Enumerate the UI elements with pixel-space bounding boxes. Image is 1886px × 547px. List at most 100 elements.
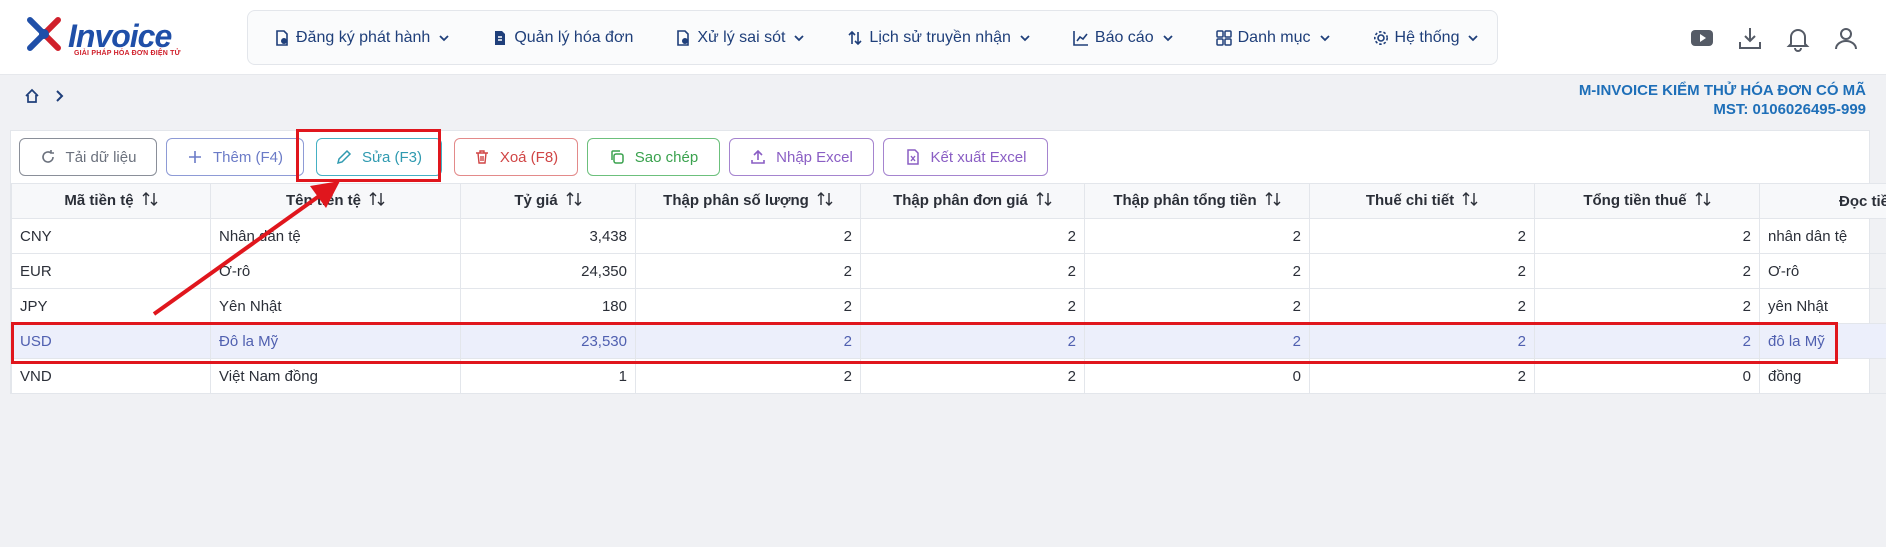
cell-tax-total: 0	[1534, 358, 1760, 394]
upload-icon	[751, 149, 765, 164]
cell-tax-total: 2	[1534, 218, 1760, 254]
trash-icon	[475, 150, 488, 164]
download-icon[interactable]	[1736, 24, 1764, 52]
add-button[interactable]: Thêm (F4)	[166, 138, 304, 176]
cell-tax-detail: 2	[1309, 358, 1535, 394]
table-row[interactable]: CNY Nhân dân tệ 3,438 2 2 2 2 2 nhân dân tệ	[11, 218, 1886, 254]
transfer-arrows-icon	[848, 30, 862, 45]
nav-label: Hệ thống	[1394, 28, 1460, 46]
cell-rate: 23,530	[460, 323, 636, 359]
export-label: Kết xuất Excel	[930, 148, 1027, 166]
column-header[interactable]: Đọc tiề	[1759, 183, 1886, 219]
cell-name: Nhân dân tệ	[210, 218, 461, 254]
nav-label: Danh mục	[1237, 28, 1311, 46]
cell-code: EUR	[11, 253, 211, 289]
cell-tax-detail: 2	[1309, 218, 1535, 254]
cell-total-dec: 2	[1084, 323, 1310, 359]
nav-label: Quản lý hóa đơn	[514, 28, 634, 46]
cell-rate: 3,438	[460, 218, 636, 254]
cell-read: đô la Mỹ	[1759, 323, 1886, 359]
cell-qty-dec: 2	[635, 288, 861, 324]
column-header[interactable]: Tổng tiền thuế	[1534, 183, 1760, 219]
home-icon[interactable]	[24, 88, 40, 109]
column-header[interactable]: Mã tiền tệ	[11, 183, 211, 219]
copy-button[interactable]: Sao chép	[587, 138, 720, 176]
cell-read: đồng	[1759, 358, 1886, 394]
import-label: Nhập Excel	[776, 148, 853, 166]
edit-button[interactable]: Sửa (F3)	[316, 138, 442, 176]
column-header[interactable]: Thập phân số lượng	[635, 183, 861, 219]
cell-qty-dec: 2	[635, 358, 861, 394]
sort-icon[interactable]	[142, 192, 158, 210]
cell-name: Ơ-rô	[210, 253, 461, 289]
nav-label: Lịch sử truyền nhận	[869, 28, 1011, 46]
excel-file-icon	[906, 149, 919, 165]
cell-code: USD	[11, 323, 211, 359]
youtube-icon[interactable]	[1688, 24, 1716, 52]
currency-table: Mã tiền tệ Tên tiền tệ Tỷ giá Thập phân …	[11, 183, 1886, 394]
cell-tax-detail: 2	[1309, 253, 1535, 289]
column-header[interactable]: Tên tiền tệ	[210, 183, 461, 219]
import-excel-button[interactable]: Nhập Excel	[729, 138, 874, 176]
sort-icon[interactable]	[1695, 192, 1711, 210]
cell-price-dec: 2	[860, 323, 1085, 359]
nav-lich-su-truyen-nhan[interactable]: Lịch sử truyền nhận	[847, 29, 1030, 47]
top-actions	[1668, 24, 1860, 52]
top-bar: Invoice GIẢI PHÁP HÓA ĐƠN ĐIỆN TỬ Đăng k…	[0, 0, 1886, 75]
cell-qty-dec: 2	[635, 218, 861, 254]
gear-icon	[1373, 30, 1388, 45]
cell-read: Ơ-rô	[1759, 253, 1886, 289]
cell-total-dec: 2	[1084, 218, 1310, 254]
chart-line-icon	[1073, 30, 1088, 46]
table-row[interactable]: JPY Yên Nhật 180 2 2 2 2 2 yên Nhật	[11, 288, 1886, 324]
chevron-down-icon	[1319, 34, 1330, 41]
sort-icon[interactable]	[817, 192, 833, 210]
cell-qty-dec: 2	[635, 323, 861, 359]
reload-button[interactable]: Tải dữ liệu	[19, 138, 157, 176]
nav-label: Đăng ký phát hành	[296, 28, 431, 46]
column-header[interactable]: Thập phân tổng tiền	[1084, 183, 1310, 219]
grid-icon	[1215, 29, 1232, 46]
cell-price-dec: 2	[860, 288, 1085, 324]
sort-icon[interactable]	[1036, 192, 1052, 210]
main-nav: Đăng ký phát hành Quản lý hóa đơn Xử lý …	[247, 10, 1498, 65]
table-row[interactable]: USD Đô la Mỹ 23,530 2 2 2 2 2 đô la Mỹ	[11, 323, 1886, 359]
nav-quan-ly-hoa-don[interactable]: Quản lý hóa đơn	[492, 29, 633, 47]
sort-icon[interactable]	[566, 192, 582, 210]
column-header[interactable]: Thập phân đơn giá	[860, 183, 1085, 219]
copy-icon	[611, 150, 624, 164]
cell-code: CNY	[11, 218, 211, 254]
export-excel-button[interactable]: Kết xuất Excel	[883, 138, 1048, 176]
sort-icon[interactable]	[1265, 192, 1281, 210]
table-row[interactable]: EUR Ơ-rô 24,350 2 2 2 2 2 Ơ-rô	[11, 253, 1886, 289]
table-row[interactable]: VND Việt Nam đồng 1 2 2 0 2 0 đồng	[11, 358, 1886, 394]
company-info: M-INVOICE KIỂM THỬ HÓA ĐƠN CÓ MÃ MST: 01…	[1579, 81, 1866, 119]
cell-read: nhân dân tệ	[1759, 218, 1886, 254]
user-icon[interactable]	[1832, 24, 1860, 52]
delete-label: Xoá (F8)	[499, 148, 559, 166]
column-header[interactable]: Thuế chi tiết	[1309, 183, 1535, 219]
company-name: M-INVOICE KIỂM THỬ HÓA ĐƠN CÓ MÃ	[1578, 82, 1866, 99]
cell-code: VND	[11, 358, 211, 394]
cell-rate: 1	[460, 358, 636, 394]
nav-xu-ly-sai-sot[interactable]: Xử lý sai sót	[675, 29, 805, 47]
plus-icon	[188, 151, 201, 163]
cell-tax-total: 2	[1534, 288, 1760, 324]
cell-price-dec: 2	[860, 358, 1085, 394]
nav-danh-muc[interactable]: Danh mục	[1215, 28, 1331, 47]
delete-button[interactable]: Xoá (F8)	[454, 138, 578, 176]
nav-he-thong[interactable]: Hệ thống	[1373, 29, 1480, 47]
cell-tax-total: 2	[1534, 253, 1760, 289]
sort-icon[interactable]	[369, 192, 385, 210]
cell-name: Yên Nhật	[210, 288, 461, 324]
sort-icon[interactable]	[1462, 192, 1478, 210]
column-header[interactable]: Tỷ giá	[460, 183, 636, 219]
nav-dang-ky-phat-hanh[interactable]: Đăng ký phát hành	[274, 29, 450, 47]
nav-bao-cao[interactable]: Báo cáo	[1073, 29, 1174, 47]
bell-icon[interactable]	[1784, 24, 1812, 52]
pencil-icon	[336, 149, 352, 165]
cell-read: yên Nhật	[1759, 288, 1886, 324]
chevron-down-icon	[794, 34, 805, 41]
reload-label: Tải dữ liệu	[65, 148, 137, 166]
app-logo[interactable]: Invoice GIẢI PHÁP HÓA ĐƠN ĐIỆN TỬ	[24, 12, 204, 62]
